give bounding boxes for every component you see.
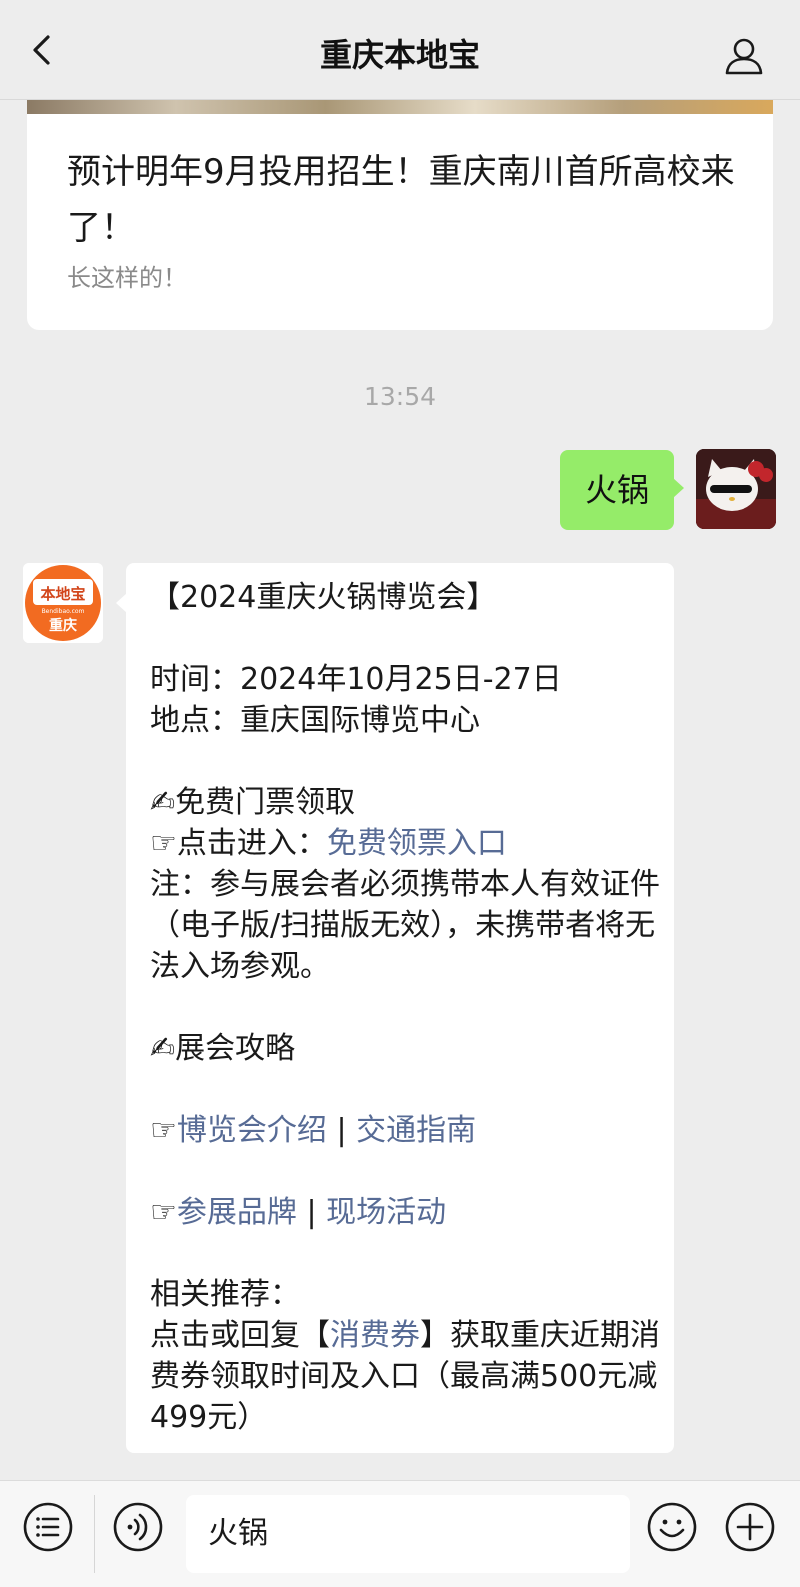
guide-links-row-2: ☞参展品牌 | 现场活动 [150, 1192, 660, 1233]
outgoing-message-text: 火锅 [584, 471, 649, 509]
article-cover-image [27, 100, 773, 114]
message-input[interactable]: 火锅 [186, 1495, 630, 1573]
article-card[interactable]: 预计明年9月投用招生！重庆南川首所高校来了！ 长这样的！ [27, 100, 773, 330]
pointer-icon: ☞ [150, 1113, 177, 1148]
reply-place: 地点：重庆国际博览中心 [150, 703, 480, 738]
user-avatar[interactable] [696, 449, 776, 529]
reply-content: 【2024重庆火锅博览会】 时间：2024年10月25日-27日 地点：重庆国际… [150, 577, 660, 1438]
link-separator: | [326, 1113, 357, 1148]
reply-note: 注：参与展会者必须携带本人有效证件（电子版/扫描版无效），未携带者将无法入场参观… [150, 867, 660, 984]
incoming-message-bubble: 【2024重庆火锅博览会】 时间：2024年10月25日-27日 地点：重庆国际… [116, 563, 674, 1453]
guide-heading: ✍展会攻略 [150, 1031, 296, 1066]
traffic-guide-link[interactable]: 交通指南 [356, 1113, 476, 1148]
article-headline: 预计明年9月投用招生！重庆南川首所高校来了！ [67, 152, 735, 248]
related-label: 相关推荐： [150, 1277, 300, 1312]
coupon-link[interactable]: 消费券 [330, 1318, 420, 1353]
nav-bar: 重庆本地宝 [0, 0, 800, 100]
guide-links-row-1: ☞博览会介绍 | 交通指南 [150, 1110, 660, 1151]
ticket-line: ☞点击进入：免费领票入口 [150, 823, 660, 864]
input-bar: 火锅 [0, 1480, 800, 1587]
plus-icon[interactable] [724, 1501, 776, 1553]
onsite-activities-link[interactable]: 现场活动 [326, 1195, 446, 1230]
expo-intro-link[interactable]: 博览会介绍 [177, 1113, 327, 1148]
user-avatar-image [696, 449, 776, 529]
related-text: 点击或回复【消费券】获取重庆近期消费券领取时间及入口（最高满500元减499元） [150, 1315, 660, 1438]
free-ticket-link[interactable]: 免费领票入口 [327, 826, 507, 861]
profile-icon[interactable] [724, 36, 764, 76]
reply-time: 时间：2024年10月25日-27日 [150, 662, 562, 697]
message-timestamp: 13:54 [363, 382, 437, 411]
ticket-prefix: ☞点击进入： [150, 826, 327, 861]
emoji-icon[interactable] [646, 1501, 698, 1553]
chat-title: 重庆本地宝 [319, 36, 480, 74]
svg-text:本地宝: 本地宝 [40, 585, 85, 603]
reply-title: 【2024重庆火锅博览会】 [150, 580, 497, 615]
official-account-avatar[interactable]: 本地宝 Bendibao.com 重庆 [23, 563, 103, 643]
svg-text:Bendibao.com: Bendibao.com [42, 608, 85, 615]
ticket-heading: ✍免费门票领取 [150, 785, 356, 820]
input-bar-divider [94, 1495, 95, 1573]
article-summary: 长这样的！ [67, 264, 187, 292]
outgoing-message-bubble[interactable]: 火锅 [560, 450, 684, 530]
svg-text:重庆: 重庆 [49, 617, 77, 634]
menu-list-icon[interactable] [22, 1501, 74, 1553]
bendibao-logo: 本地宝 Bendibao.com 重庆 [23, 563, 103, 643]
link-separator: | [296, 1195, 327, 1230]
exhibitor-brands-link[interactable]: 参展品牌 [177, 1195, 297, 1230]
voice-icon[interactable] [112, 1501, 164, 1553]
pointer-icon: ☞ [150, 1195, 177, 1230]
related-prefix: 点击或回复【 [150, 1318, 330, 1353]
